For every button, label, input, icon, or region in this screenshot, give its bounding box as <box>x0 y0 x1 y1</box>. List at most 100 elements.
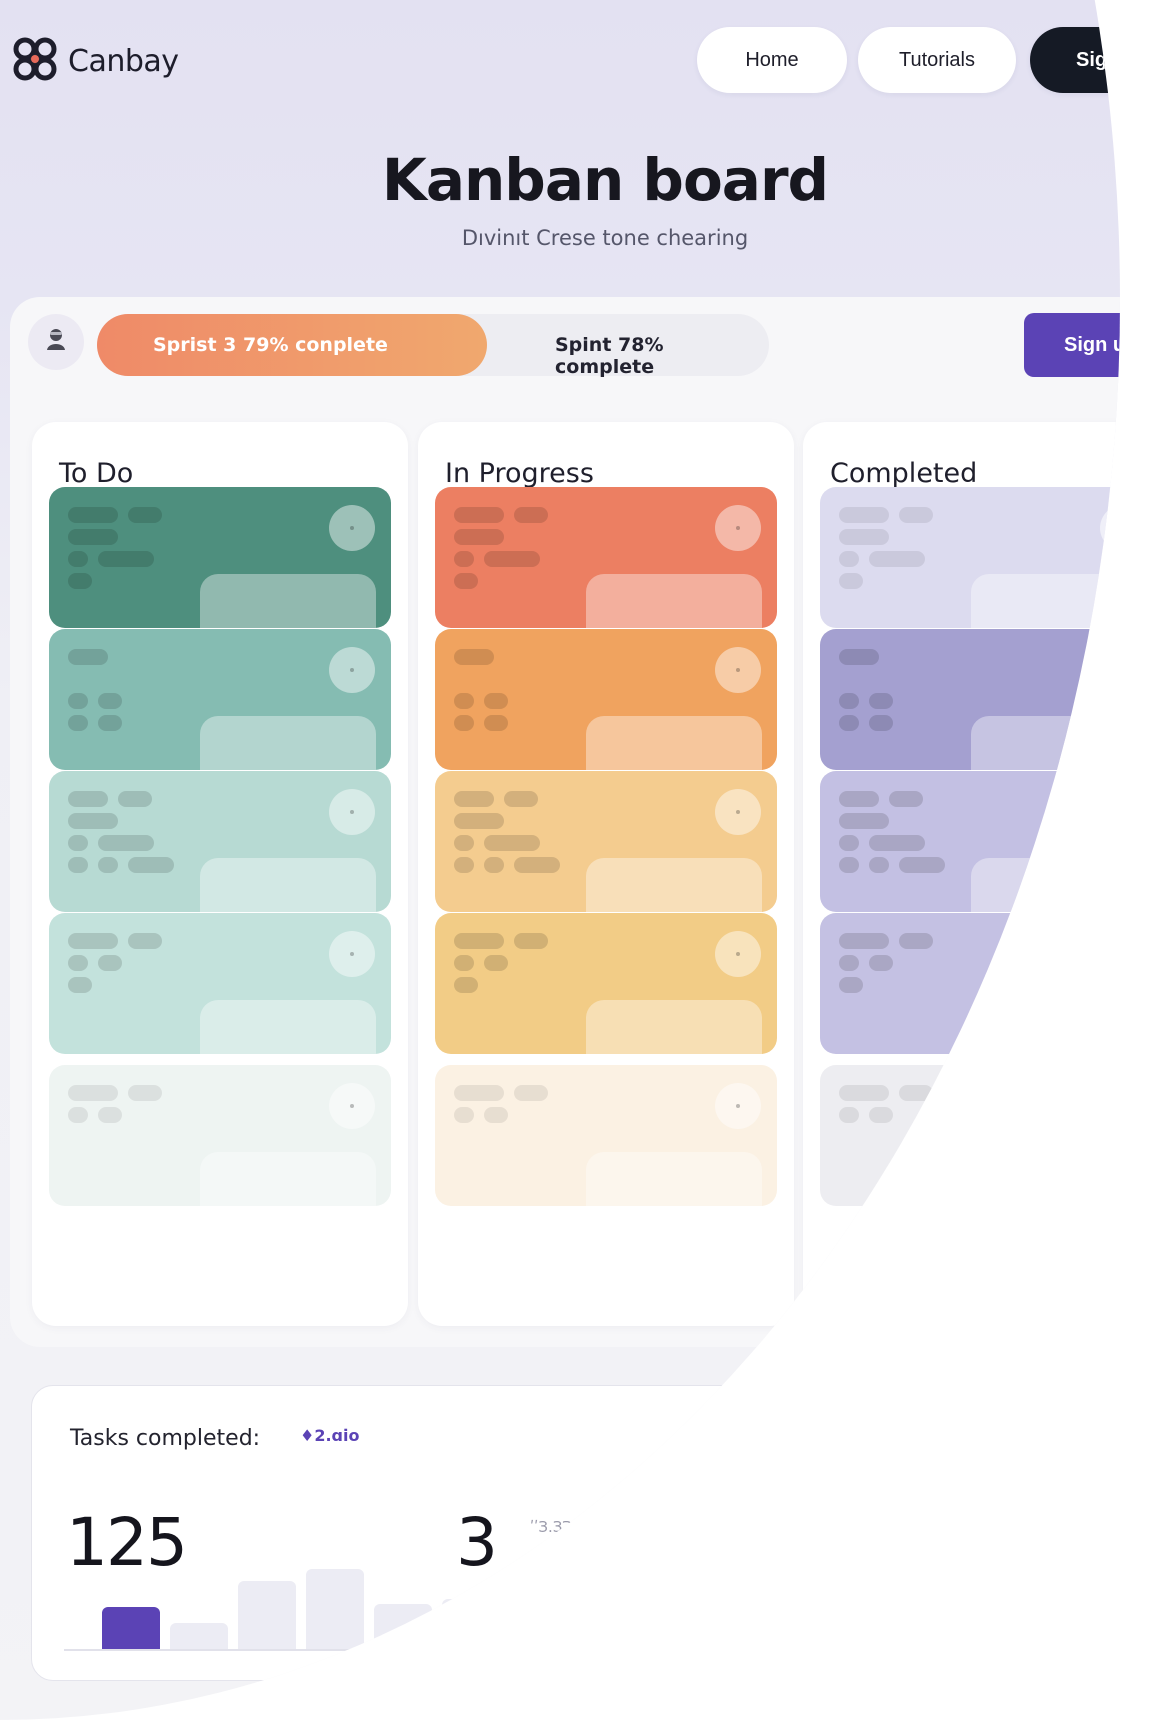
task-card[interactable] <box>435 487 777 628</box>
card-action-icon[interactable] <box>715 789 761 835</box>
card-action-icon[interactable] <box>329 505 375 551</box>
sprint-status-label: Spint 78% complete <box>555 334 664 378</box>
nav-tutorials-button[interactable]: Tutorials <box>858 27 1016 93</box>
task-card[interactable] <box>435 629 777 770</box>
card-text-placeholder <box>899 933 933 949</box>
four-petal-logo-icon <box>12 36 58 86</box>
chart-bar <box>755 1531 813 1649</box>
chart-bar <box>170 1623 228 1649</box>
card-action-icon[interactable] <box>1100 789 1120 835</box>
task-card[interactable] <box>49 1065 391 1206</box>
task-card[interactable] <box>820 487 1120 628</box>
card-text-placeholder <box>454 715 474 731</box>
card-detail-area <box>971 1152 1120 1206</box>
card-text-placeholder <box>839 507 889 523</box>
task-card[interactable] <box>49 771 391 912</box>
card-detail-area <box>971 1000 1120 1054</box>
card-text-placeholder <box>869 835 925 851</box>
chart-selection-marker[interactable] <box>487 1647 551 1652</box>
task-card[interactable] <box>820 913 1120 1054</box>
card-action-icon[interactable] <box>329 789 375 835</box>
column-to-do: To Do <box>32 422 408 1326</box>
task-card[interactable] <box>820 629 1120 770</box>
card-text-placeholder <box>68 693 88 709</box>
average-cycle-card: Average Cy 3 Days <box>841 1385 1120 1525</box>
card-action-icon[interactable] <box>715 931 761 977</box>
task-card[interactable] <box>49 629 391 770</box>
card-action-icon[interactable] <box>715 505 761 551</box>
user-avatar[interactable] <box>28 314 84 370</box>
task-card[interactable] <box>49 913 391 1054</box>
chart-bar <box>306 1568 364 1649</box>
card-text-placeholder <box>889 791 923 807</box>
card-detail-area <box>586 1000 762 1054</box>
card-text-placeholder <box>869 551 925 567</box>
column-title: Completed <box>830 458 978 489</box>
card-text-placeholder <box>514 507 548 523</box>
card-text-placeholder <box>839 1107 859 1123</box>
card-text-placeholder <box>484 551 540 567</box>
card-action-icon[interactable] <box>715 647 761 693</box>
card-text-placeholder <box>98 1107 122 1123</box>
card-text-placeholder <box>839 649 879 665</box>
card-text-placeholder <box>128 507 162 523</box>
nav-home-button[interactable]: Home <box>697 27 847 93</box>
nav-sign-in-button[interactable]: Sign <box>1030 27 1120 93</box>
card-text-placeholder <box>98 857 118 873</box>
card-text-placeholder <box>454 649 494 665</box>
column-in-progress: In Progress <box>418 422 794 1326</box>
card-text-placeholder <box>68 933 118 949</box>
card-action-icon[interactable] <box>329 647 375 693</box>
card-text-placeholder <box>484 835 540 851</box>
card-action-icon[interactable] <box>715 1083 761 1129</box>
column-title: To Do <box>59 458 134 489</box>
card-text-placeholder <box>128 857 174 873</box>
card-text-placeholder <box>839 715 859 731</box>
brand[interactable]: Canbay <box>12 36 179 86</box>
card-text-placeholder <box>869 715 893 731</box>
card-text-placeholder <box>514 933 548 949</box>
card-detail-area <box>200 858 376 912</box>
card-text-placeholder <box>839 955 859 971</box>
card-text-placeholder <box>484 715 508 731</box>
card-text-placeholder <box>454 1107 474 1123</box>
tasks-secondary-caption: ʹʹЗ.ЗɁ6ʹ <box>530 1518 586 1536</box>
sprint-progress-fill: Sprist 3 79% conplete <box>97 314 487 376</box>
card-action-icon[interactable] <box>1100 931 1120 977</box>
card-text-placeholder <box>839 857 859 873</box>
card-text-placeholder <box>68 791 108 807</box>
card-detail-area <box>200 716 376 770</box>
card-text-placeholder <box>68 977 92 993</box>
card-text-placeholder <box>514 857 560 873</box>
card-action-icon[interactable] <box>1100 505 1120 551</box>
card-text-placeholder <box>68 529 118 545</box>
task-card[interactable] <box>49 487 391 628</box>
card-action-icon[interactable] <box>329 1083 375 1129</box>
card-text-placeholder <box>68 1085 118 1101</box>
average-cycle-title: Average Cy <box>884 1418 1010 1443</box>
task-card[interactable] <box>820 1065 1120 1206</box>
card-text-placeholder <box>839 933 889 949</box>
tasks-completed-label: Tasks completed: <box>70 1426 261 1451</box>
card-action-icon[interactable] <box>1100 1083 1120 1129</box>
card-text-placeholder <box>454 507 504 523</box>
card-text-placeholder <box>68 835 88 851</box>
card-text-placeholder <box>454 813 504 829</box>
card-detail-area <box>971 858 1120 912</box>
card-text-placeholder <box>839 551 859 567</box>
tasks-secondary-unit: Eoyeys <box>530 1552 591 1572</box>
card-action-icon[interactable] <box>1100 647 1120 693</box>
card-text-placeholder <box>454 977 478 993</box>
task-card[interactable] <box>435 1065 777 1206</box>
task-card[interactable] <box>820 771 1120 912</box>
chart-baseline <box>64 1649 799 1651</box>
card-text-placeholder <box>839 1085 889 1101</box>
tasks-completed-card: Tasks completed: ♦2.ɑı̇ᴏ 125 3 ʹʹЗ.ЗɁ6ʹ … <box>31 1385 822 1681</box>
card-text-placeholder <box>899 1085 933 1101</box>
card-action-icon[interactable] <box>329 931 375 977</box>
card-text-placeholder <box>839 813 889 829</box>
sign-up-button[interactable]: Sign up <box>1024 313 1120 377</box>
task-card[interactable] <box>435 913 777 1054</box>
card-text-placeholder <box>68 1107 88 1123</box>
task-card[interactable] <box>435 771 777 912</box>
